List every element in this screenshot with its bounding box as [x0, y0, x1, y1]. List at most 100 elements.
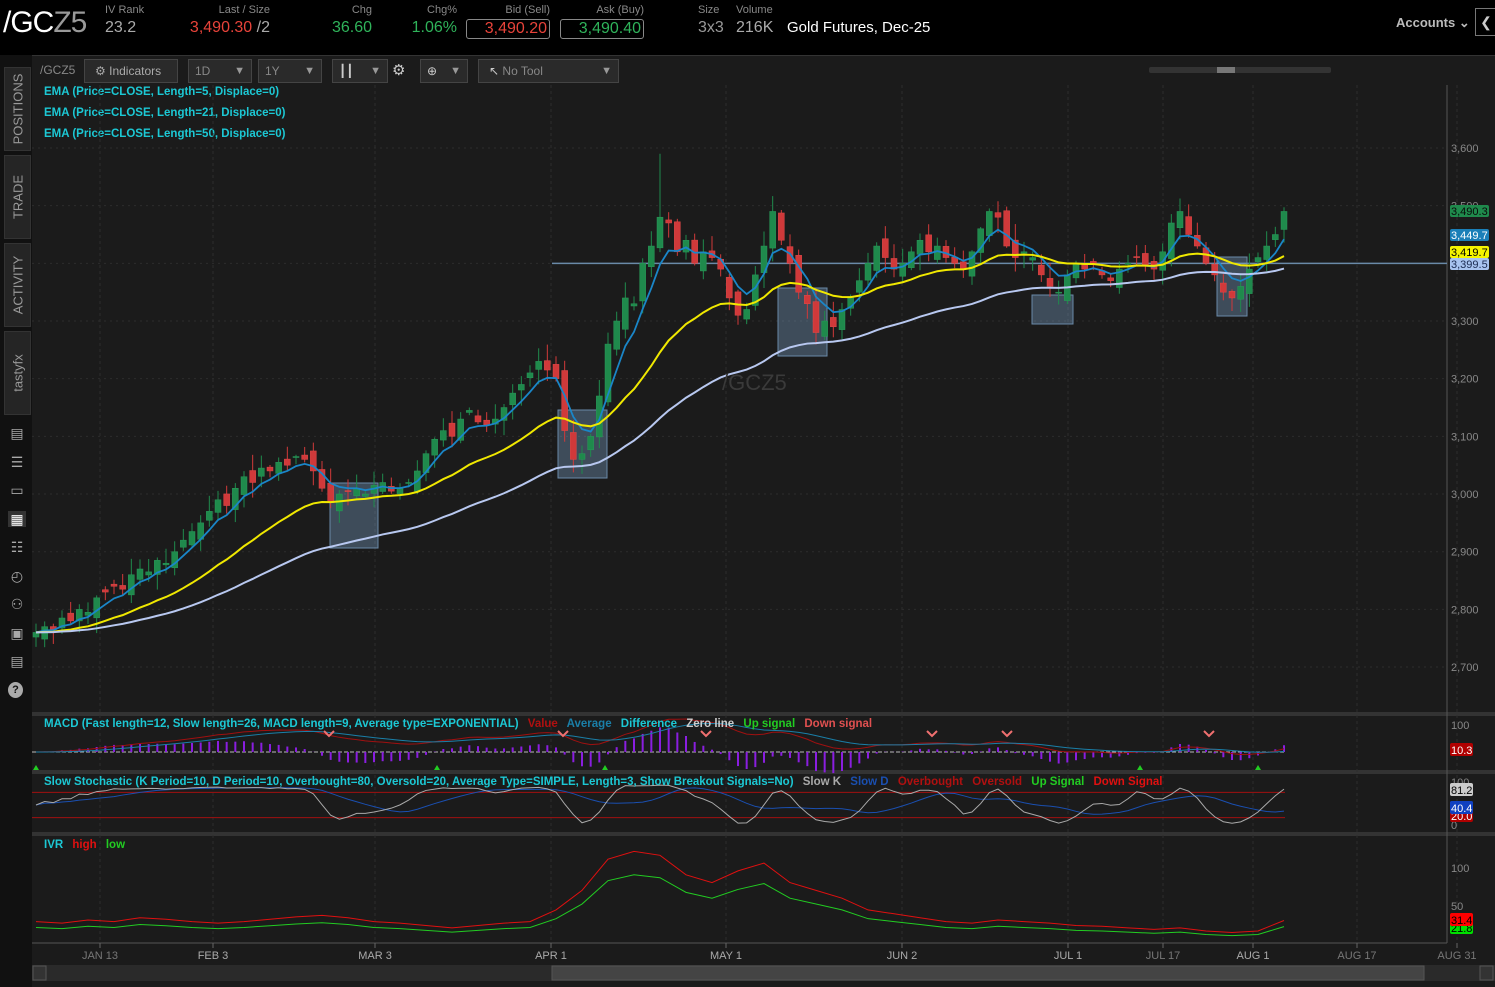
candle-up[interactable] [241, 477, 247, 495]
candle-down[interactable] [926, 235, 932, 252]
candle-up[interactable] [822, 321, 828, 336]
candle-up[interactable] [631, 304, 637, 306]
candle-up[interactable] [1264, 246, 1270, 260]
candle-up[interactable] [917, 240, 923, 254]
candle-up[interactable] [466, 410, 472, 412]
candle-up[interactable] [1238, 286, 1244, 299]
stoch-legend-slow-k[interactable]: Slow K [803, 776, 841, 788]
candle-down[interactable] [674, 222, 680, 252]
stoch-legend-oversold[interactable]: Oversold [972, 776, 1022, 788]
candle-up[interactable] [137, 569, 143, 579]
candle-up[interactable] [1125, 263, 1131, 264]
candle-up[interactable] [94, 598, 100, 618]
ivr-legend-high[interactable]: high [72, 839, 96, 851]
scrollbar-thumb[interactable] [552, 966, 1424, 980]
candle-up[interactable] [1255, 258, 1261, 262]
candle-down[interactable] [1038, 265, 1044, 275]
candle-down[interactable] [120, 585, 126, 589]
candle-up[interactable] [596, 396, 602, 437]
candle-down[interactable] [796, 255, 802, 292]
candle-up[interactable] [588, 436, 594, 449]
macd-legend-up-signal[interactable]: Up signal [743, 718, 795, 730]
ema5-line[interactable] [36, 230, 1284, 633]
candle-up[interactable] [536, 361, 542, 369]
candle-up[interactable] [397, 488, 403, 493]
candle-up[interactable] [1177, 211, 1183, 227]
stoch-legend-down-signal[interactable]: Down Signal [1094, 776, 1163, 788]
ivr-legend-low[interactable]: low [106, 839, 125, 851]
candle-down[interactable] [882, 239, 888, 258]
ema50-line[interactable] [36, 269, 1284, 633]
candle-down[interactable] [553, 364, 559, 378]
ema21-line[interactable] [36, 254, 1284, 633]
candle-down[interactable] [267, 467, 273, 471]
candle-up[interactable] [648, 246, 654, 267]
candle-down[interactable] [666, 220, 672, 223]
candle-down[interactable] [111, 584, 117, 586]
ivr-title[interactable]: IVR [44, 839, 63, 851]
candle-up[interactable] [657, 217, 663, 248]
candle-up[interactable] [527, 373, 533, 378]
candle-up[interactable] [1246, 269, 1252, 294]
candle-down[interactable] [1134, 257, 1140, 258]
candle-up[interactable] [163, 563, 169, 565]
candle-up[interactable] [1030, 258, 1036, 261]
stoch-legend-overbought[interactable]: Overbought [898, 776, 963, 788]
candle-down[interactable] [830, 317, 836, 326]
candle-up[interactable] [1281, 211, 1287, 229]
candle-up[interactable] [215, 500, 221, 513]
candle-down[interactable] [1142, 253, 1148, 266]
candle-down[interactable] [1186, 217, 1192, 235]
candle-down[interactable] [1220, 283, 1226, 292]
candle-down[interactable] [1212, 264, 1218, 275]
candle-down[interactable] [475, 416, 481, 422]
candle-down[interactable] [102, 590, 108, 592]
scroll-left-arrow-icon[interactable] [33, 966, 46, 980]
candle-up[interactable] [1272, 235, 1278, 240]
macd-legend-down-signal[interactable]: Down signal [804, 718, 872, 730]
candle-up[interactable] [622, 298, 628, 329]
macd-legend-average[interactable]: Average [567, 718, 612, 730]
candle-up[interactable] [189, 532, 195, 545]
candle-down[interactable] [804, 295, 810, 303]
annotation-rectangle[interactable] [778, 288, 827, 356]
candle-up[interactable] [440, 431, 446, 440]
candle-up[interactable] [362, 494, 368, 496]
candle-down[interactable] [345, 491, 351, 492]
candle-up[interactable] [770, 211, 776, 248]
macd-legend-value[interactable]: Value [528, 718, 558, 730]
candle-up[interactable] [640, 263, 646, 301]
candle-up[interactable] [1056, 292, 1062, 293]
macd-title[interactable]: MACD (Fast length=12, Slow length=26, MA… [44, 718, 519, 730]
candle-down[interactable] [995, 213, 1001, 218]
candle-down[interactable] [813, 302, 819, 333]
candle-down[interactable] [726, 277, 732, 298]
candle-down[interactable] [224, 494, 230, 506]
candle-up[interactable] [432, 439, 438, 455]
candle-up[interactable] [180, 540, 186, 547]
candle-down[interactable] [570, 432, 576, 459]
candle-down[interactable] [1229, 291, 1235, 298]
candle-up[interactable] [579, 454, 585, 460]
candle-up[interactable] [683, 240, 689, 252]
candle-down[interactable] [544, 361, 550, 370]
macd-legend-zero-line[interactable]: Zero line [686, 718, 734, 730]
candle-up[interactable] [700, 252, 706, 271]
macd-legend-difference[interactable]: Difference [621, 718, 677, 730]
candle-down[interactable] [484, 420, 490, 425]
candle-up[interactable] [839, 309, 845, 329]
candle-up[interactable] [874, 246, 880, 270]
candle-down[interactable] [778, 213, 784, 240]
candle-down[interactable] [1047, 278, 1053, 286]
candle-down[interactable] [302, 455, 308, 459]
stoch-title[interactable]: Slow Stochastic (K Period=10, D Period=1… [44, 776, 794, 788]
candle-up[interactable] [614, 321, 620, 349]
candle-down[interactable] [1108, 278, 1114, 281]
candle-up[interactable] [293, 457, 299, 458]
stoch-legend-up-signal[interactable]: Up Signal [1031, 776, 1084, 788]
candle-up[interactable] [510, 393, 516, 405]
price-chart[interactable]: JAN 13FEB 3MAR 3APR 1MAY 1JUN 2JUL 1JUL … [0, 0, 1495, 987]
candle-down[interactable] [250, 471, 256, 483]
candle-up[interactable] [258, 468, 264, 476]
candle-up[interactable] [934, 246, 940, 260]
